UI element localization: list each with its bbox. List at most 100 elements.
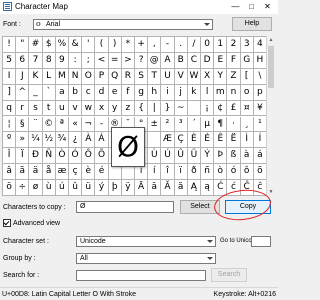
char-cell[interactable]: Ð [29,148,43,165]
char-cell[interactable]: j [174,84,188,101]
char-cell[interactable]: p [253,84,267,101]
char-cell[interactable]: R [121,68,135,85]
char-cell[interactable]: b [69,84,83,101]
scroll-thumb[interactable] [268,46,274,88]
char-cell[interactable]: h [148,84,162,101]
char-cell[interactable]: ÿ [121,180,135,196]
maximize-icon[interactable]: □ [243,0,260,14]
char-cell[interactable]: î [161,164,175,181]
advanced-view-checkbox[interactable] [3,219,11,227]
search-button[interactable]: Search [211,268,247,282]
char-cell[interactable]: ā [148,180,162,196]
char-cell[interactable]: u [55,100,69,117]
char-cell[interactable]: @ [148,52,162,69]
char-cell[interactable]: ` [42,84,56,101]
char-cell[interactable]: \ [253,68,267,85]
char-cell[interactable]: ð [187,164,201,181]
char-cell[interactable]: È [187,132,201,149]
char-cell[interactable]: z [121,100,135,117]
char-cell[interactable]: q [3,100,17,117]
char-cell[interactable]: L [42,68,56,85]
select-button[interactable]: Select [180,200,220,214]
char-cell[interactable]: µ [201,116,215,133]
char-cell[interactable]: 8 [42,52,56,69]
char-cell[interactable]: ´ [187,116,201,133]
char-cell[interactable]: É [201,132,215,149]
char-cell[interactable]: ç [69,164,83,181]
character-set-select[interactable]: Unicode [76,236,216,247]
char-cell[interactable]: þ [108,180,122,196]
char-cell[interactable]: ] [3,84,17,101]
char-cell[interactable]: W [187,68,201,85]
char-cell[interactable]: m [214,84,228,101]
char-cell[interactable]: ¢ [214,100,228,117]
char-cell[interactable]: Î [3,148,17,165]
char-cell[interactable]: ô [240,164,254,181]
group-by-select[interactable]: All [76,253,216,264]
char-cell[interactable]: T [148,68,162,85]
char-cell[interactable]: Ü [187,148,201,165]
char-cell[interactable]: ¿ [69,132,83,149]
char-cell[interactable]: i [161,84,175,101]
char-cell[interactable]: M [55,68,69,85]
char-cell[interactable]: ¼ [29,132,43,149]
minimize-icon[interactable]: — [227,0,244,14]
character-grid[interactable]: ! " # $% & '() * +, -./0 1 2 3 4 5 6 7 8 9:; < = >? @ A B C D E F G H… [2,36,275,196]
char-cell[interactable]: O [82,68,96,85]
char-cell[interactable]: ³ [174,116,188,133]
char-cell[interactable]: Æ [161,132,175,149]
char-cell[interactable]: Ò [55,148,69,165]
char-cell[interactable]: ( [95,37,109,53]
char-cell[interactable]: å [42,164,56,181]
char-cell[interactable]: £ [227,100,241,117]
char-cell[interactable]: 3 [240,37,254,53]
char-cell[interactable]: s [29,100,43,117]
char-cell[interactable]: } [161,100,175,117]
char-cell[interactable]: : [69,52,83,69]
characters-to-copy-field[interactable]: Ø [76,201,174,213]
char-cell[interactable]: Á [95,132,109,149]
char-cell[interactable]: e [108,84,122,101]
char-cell[interactable]: ± [148,116,162,133]
char-cell[interactable]: ¾ [55,132,69,149]
char-cell[interactable]: S [135,68,149,85]
char-cell[interactable]: è [82,164,96,181]
char-cell[interactable]: ø [29,180,43,196]
char-cell[interactable]: ª [55,116,69,133]
char-cell[interactable]: ¹ [253,116,267,133]
char-cell[interactable]: H [253,52,267,69]
char-cell[interactable]: ~ [174,100,188,117]
scroll-up-arrow-icon[interactable]: ▲ [267,36,275,44]
char-cell[interactable]: 0 [201,37,215,53]
char-cell[interactable]: f [121,84,135,101]
char-cell[interactable]: 9 [55,52,69,69]
char-cell[interactable]: í [148,164,162,181]
char-cell[interactable]: ñ [201,164,215,181]
char-cell[interactable]: à [240,148,254,165]
char-cell[interactable]: é [95,164,109,181]
char-cell[interactable]: U [161,68,175,85]
char-cell[interactable]: v [69,100,83,117]
char-cell[interactable]: & [69,37,83,53]
char-cell[interactable]: Ó [69,148,83,165]
char-cell[interactable]: " [16,37,30,53]
char-cell[interactable]: B [174,52,188,69]
char-cell[interactable]: ý [95,180,109,196]
char-cell[interactable]: / [187,37,201,53]
char-cell[interactable]: ¡ [201,100,215,117]
close-icon[interactable]: ✕ [259,0,276,14]
char-cell[interactable]: Í [253,132,267,149]
char-cell[interactable]: > [121,52,135,69]
char-cell[interactable]: ½ [42,132,56,149]
char-cell[interactable]: º [3,132,17,149]
char-cell[interactable]: ă [174,180,188,196]
char-cell[interactable]: * [121,37,135,53]
char-cell[interactable]: o [240,84,254,101]
copy-button[interactable]: Copy [225,200,271,214]
char-cell[interactable]: Ç [174,132,188,149]
char-cell[interactable]: ï [174,164,188,181]
char-cell[interactable]: « [69,116,83,133]
scroll-down-arrow-icon[interactable]: ▼ [267,188,275,196]
char-cell[interactable]: { [135,100,149,117]
char-cell[interactable]: P [95,68,109,85]
